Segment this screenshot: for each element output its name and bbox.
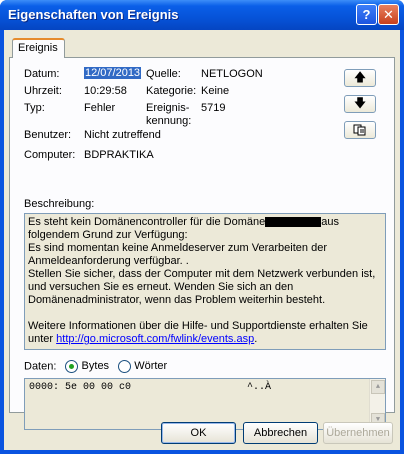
bytes-radio-option[interactable]: Bytes	[65, 360, 110, 373]
description-line-1: Es steht kein Domänencontroller für die …	[28, 216, 382, 229]
previous-event-button[interactable]: 🡅	[344, 69, 376, 87]
words-radio-option[interactable]: Wörter	[118, 360, 168, 373]
down-arrow-icon: 🡇	[353, 95, 367, 110]
computer-label: Computer:	[24, 149, 76, 161]
kennung-value: 5719	[201, 102, 226, 114]
words-radio-label: Wörter	[134, 360, 168, 373]
dialog-client: Ereignis Datum: 12/07/2013 Uhrzeit: 10:2…	[4, 30, 400, 450]
data-ascii-line: ^..À	[247, 382, 272, 393]
description-line-4: Anmeldeanforderung verfügbar. .	[28, 255, 189, 267]
datum-value: 12/07/2013	[84, 67, 142, 79]
data-section-header: Daten: Bytes Wörter	[24, 360, 167, 373]
description-line-9: unter http://go.microsoft.com/fwlink/eve…	[28, 333, 382, 346]
help-button[interactable]: ?	[356, 4, 377, 25]
description-line-7: Domänenadministrator, wenn das Problem w…	[28, 294, 326, 306]
description-line-6: und versuchen Sie es erneut. Wenden Sie …	[28, 281, 294, 293]
data-label: Daten:	[24, 360, 57, 373]
ok-button[interactable]: OK	[161, 422, 236, 444]
help-link[interactable]: http://go.microsoft.com/fwlink/events.as…	[56, 333, 254, 345]
scroll-up-icon[interactable]: ▲	[371, 380, 385, 394]
typ-value: Fehler	[84, 102, 116, 114]
datum-label: Datum:	[24, 68, 60, 80]
description-line-2: folgendem Grund zur Verfügung:	[28, 229, 188, 241]
description-line-9-a: unter	[28, 333, 54, 345]
quelle-value: NETLOGON	[201, 68, 263, 80]
benutzer-label: Benutzer:	[24, 129, 72, 141]
bytes-radio-label: Bytes	[81, 360, 110, 373]
description-line-3: Es sind momentan keine Anmeldeserver zum…	[28, 242, 327, 254]
up-arrow-icon: 🡅	[353, 69, 367, 84]
redacted-domain	[265, 217, 322, 228]
copy-button[interactable]	[344, 121, 376, 139]
description-line-5: Stellen Sie sicher, dass der Computer mi…	[28, 268, 376, 280]
description-label: Beschreibung:	[24, 198, 95, 210]
close-icon: ✕	[383, 6, 394, 22]
cancel-button[interactable]: Abbrechen	[243, 422, 318, 444]
description-textbox[interactable]: Es steht kein Domänencontroller für die …	[24, 213, 386, 350]
tab-ereignis[interactable]: Ereignis	[12, 38, 65, 58]
kennung-label-2: kennung:	[146, 115, 192, 127]
kennung-label-1: Ereignis-	[146, 102, 190, 114]
description-line-8: Weitere Informationen über die Hilfe- un…	[28, 320, 368, 332]
kategorie-value: Keine	[201, 85, 230, 97]
help-icon: ?	[362, 7, 371, 22]
datum-value-text: 12/07/2013	[84, 67, 142, 79]
copy-icon	[353, 124, 366, 136]
words-radio[interactable]	[118, 360, 132, 373]
quelle-label: Quelle:	[146, 68, 181, 80]
description-line-1-b: aus	[321, 216, 339, 228]
description-line-1-a: Es steht kein Domänencontroller für die …	[28, 216, 266, 228]
bytes-radio[interactable]	[65, 360, 79, 373]
tab-panel: Datum: 12/07/2013 Uhrzeit: 10:29:58 Typ:…	[9, 57, 395, 430]
window-title: Eigenschaften von Ereignis	[8, 7, 179, 22]
uhrzeit-label: Uhrzeit:	[24, 85, 62, 97]
title-bar[interactable]: Eigenschaften von Ereignis ? ✕	[0, 0, 404, 30]
typ-label: Typ:	[24, 102, 45, 114]
computer-value: BDPRAKTIKA	[84, 149, 154, 161]
data-hex-line: 0000: 5e 00 00 c0	[29, 382, 132, 393]
close-button[interactable]: ✕	[378, 4, 399, 25]
uhrzeit-value: 10:29:58	[84, 85, 127, 97]
apply-button[interactable]: Übernehmen	[323, 422, 393, 444]
description-line-9-b: .	[254, 333, 258, 345]
next-event-button[interactable]: 🡇	[344, 95, 376, 113]
kategorie-label: Kategorie:	[146, 85, 197, 97]
benutzer-value: Nicht zutreffend	[84, 129, 161, 141]
event-properties-window: Eigenschaften von Ereignis ? ✕ Ereignis …	[0, 0, 404, 454]
